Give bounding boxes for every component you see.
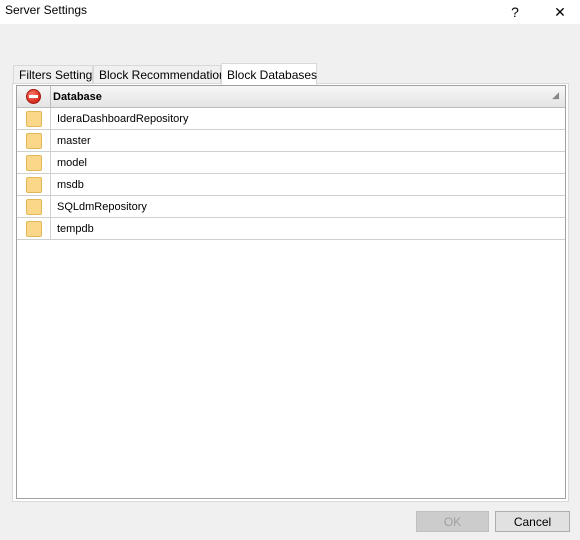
block-column-header[interactable]	[17, 86, 51, 107]
table-row[interactable]: msdb	[17, 174, 565, 196]
cancel-button[interactable]: Cancel	[495, 511, 570, 532]
block-checkbox[interactable]	[25, 198, 42, 215]
window-title: Server Settings	[5, 3, 88, 17]
help-button[interactable]: ?	[498, 0, 532, 24]
sort-icon: ◢	[552, 90, 559, 100]
block-icon	[26, 89, 41, 104]
row-check-cell[interactable]	[17, 152, 51, 173]
block-checkbox[interactable]	[25, 176, 42, 193]
database-name: tempdb	[57, 222, 94, 235]
database-name: IderaDashboardRepository	[57, 112, 189, 125]
database-name: master	[57, 134, 91, 147]
row-check-cell[interactable]	[17, 174, 51, 195]
tab-block-databases[interactable]: Block Databases	[221, 63, 317, 85]
close-button[interactable]: ✕	[543, 0, 577, 24]
block-checkbox[interactable]	[25, 220, 42, 237]
database-name: msdb	[57, 178, 84, 191]
tab-panel: Database ◢ IderaDashboardRepository mast…	[12, 83, 569, 502]
row-check-cell[interactable]	[17, 108, 51, 129]
grid-header: Database ◢	[17, 86, 565, 108]
block-checkbox[interactable]	[25, 132, 42, 149]
row-check-cell[interactable]	[17, 218, 51, 239]
block-checkbox[interactable]	[25, 154, 42, 171]
table-row[interactable]: model	[17, 152, 565, 174]
ok-button[interactable]: OK	[416, 511, 489, 532]
title-bar: Server Settings ? ✕	[0, 0, 580, 24]
database-name: model	[57, 156, 87, 169]
tab-filters-settings[interactable]: Filters Settings	[13, 65, 98, 84]
databases-grid: Database ◢ IderaDashboardRepository mast…	[16, 85, 566, 499]
row-check-cell[interactable]	[17, 130, 51, 151]
table-row[interactable]: master	[17, 130, 565, 152]
table-row[interactable]: SQLdmRepository	[17, 196, 565, 218]
block-checkbox[interactable]	[25, 110, 42, 127]
table-row[interactable]: tempdb	[17, 218, 565, 240]
row-check-cell[interactable]	[17, 196, 51, 217]
database-column-header[interactable]: Database	[53, 86, 553, 107]
table-row[interactable]: IderaDashboardRepository	[17, 108, 565, 130]
database-name: SQLdmRepository	[57, 200, 147, 213]
tab-block-recommendations[interactable]: Block Recommendations	[93, 65, 232, 84]
